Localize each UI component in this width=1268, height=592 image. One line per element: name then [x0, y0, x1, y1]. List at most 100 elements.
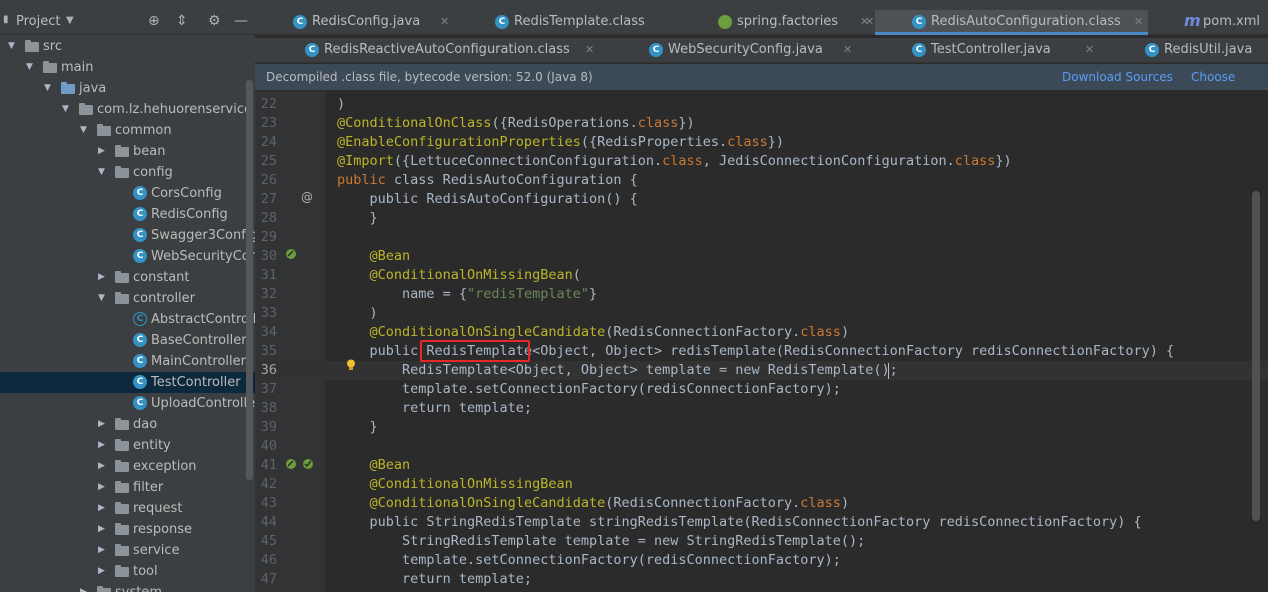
code-line[interactable]: 29	[255, 228, 1268, 247]
editor-tab[interactable]: C RedisUtil.java	[1100, 38, 1268, 62]
close-icon[interactable]: ✕	[860, 10, 869, 34]
lightbulb-icon[interactable]	[346, 359, 356, 371]
chevron-down-icon[interactable]: ▼	[26, 57, 33, 78]
code-editor[interactable]: 22) 23 @ConditionalOnClass({RedisOperation…	[255, 91, 1268, 592]
code-line[interactable]: 39 }	[255, 418, 1268, 437]
code-line[interactable]: 25 @Import({LettuceConnectionConfiguratio…	[255, 152, 1268, 171]
code-line[interactable]: 42 @ConditionalOnMissingBean	[255, 475, 1268, 494]
chevron-right-icon[interactable]: ▶	[98, 435, 105, 456]
tree-item[interactable]: ▼ controller	[0, 288, 255, 309]
tree-item[interactable]: ▶ service	[0, 540, 255, 561]
editor-tab[interactable]: spring.factories ✕	[680, 10, 875, 34]
close-icon[interactable]: ✕	[1134, 10, 1143, 34]
tree-item[interactable]: ▼ com.lz.hehuorenservice	[0, 99, 255, 120]
editor-tab[interactable]: C TestController.java ✕	[867, 38, 1100, 62]
chevron-right-icon[interactable]: ▶	[98, 498, 105, 519]
code-line[interactable]: 40	[255, 437, 1268, 456]
code-line[interactable]: 26 public class RedisAutoConfiguration {	[255, 171, 1268, 190]
spring-bean-icon[interactable]	[285, 458, 297, 470]
tree-item[interactable]: ▼ common	[0, 120, 255, 141]
locate-icon[interactable]: ⊕	[148, 13, 160, 29]
tree-item[interactable]: C CorsConfig	[0, 183, 255, 204]
chevron-down-icon[interactable]: ▼	[98, 288, 105, 309]
chevron-down-icon[interactable]: ▼	[62, 99, 69, 120]
editor-scrollbar[interactable]	[1252, 191, 1260, 521]
tree-item[interactable]: ▶ constant	[0, 267, 255, 288]
chevron-right-icon[interactable]: ▶	[98, 414, 105, 435]
editor-tab[interactable]: C RedisReactiveAutoConfiguration.class ✕	[265, 38, 605, 62]
code-line[interactable]: 30 @Bean	[255, 247, 1268, 266]
chevron-down-icon[interactable]: ▼	[44, 78, 51, 99]
code-line[interactable]: 43 @ConditionalOnSingleCandidate(RedisCo…	[255, 494, 1268, 513]
tree-item[interactable]: ▶ tool	[0, 561, 255, 582]
tree-item[interactable]: C Swagger3Config	[0, 225, 255, 246]
chevron-right-icon[interactable]: ▶	[98, 477, 105, 498]
code-line[interactable]: 28 }	[255, 209, 1268, 228]
code-line[interactable]: 44 public StringRedisTemplate stringRedi…	[255, 513, 1268, 532]
chevron-down-icon[interactable]: ▼	[80, 120, 87, 141]
editor-tab[interactable]: C RedisTemplate.class ✕	[455, 10, 874, 34]
tree-item[interactable]: ▶ filter	[0, 477, 255, 498]
tree-item[interactable]: C UploadController	[0, 393, 255, 414]
tree-item[interactable]: ▼ main	[0, 57, 255, 78]
chevron-right-icon[interactable]: ▶	[80, 582, 87, 592]
code-line[interactable]: 24 @EnableConfigurationProperties({RedisP…	[255, 133, 1268, 152]
editor-tab[interactable]: m pom.xml	[1148, 10, 1268, 34]
override-marker-icon[interactable]: @	[301, 190, 313, 204]
code-line[interactable]: 46 template.setConnectionFactory(redisCo…	[255, 551, 1268, 570]
code-line[interactable]: 33 )	[255, 304, 1268, 323]
tree-item[interactable]: ▼ src	[0, 36, 255, 57]
tree-item[interactable]: ▶ response	[0, 519, 255, 540]
code-line[interactable]: 34 @ConditionalOnSingleCandidate(RedisCo…	[255, 323, 1268, 342]
tree-item[interactable]: ▶ entity	[0, 435, 255, 456]
editor-tab[interactable]: C RedisAutoConfiguration.class ✕	[875, 10, 1148, 35]
chevron-right-icon[interactable]: ▶	[98, 456, 105, 477]
tree-item[interactable]: C BaseController	[0, 330, 255, 351]
chevron-right-icon[interactable]: ▶	[98, 519, 105, 540]
tree-item[interactable]: ▼ java	[0, 78, 255, 99]
close-icon[interactable]: ✕	[585, 38, 594, 62]
chevron-right-icon[interactable]: ▶	[98, 540, 105, 561]
tree-item[interactable]: C RedisConfig	[0, 204, 255, 225]
download-sources-link[interactable]: Download Sources	[1062, 64, 1173, 90]
chevron-down-icon[interactable]: ▼	[66, 15, 74, 26]
code-line[interactable]: 36 RedisTemplate<Object, Object> templat…	[255, 361, 1268, 380]
spring-bean-icon[interactable]	[285, 248, 297, 260]
close-icon[interactable]: ✕	[1085, 38, 1094, 62]
code-line[interactable]: 35 public RedisTemplate<Object, Object> …	[255, 342, 1268, 361]
spring-bean-check-icon[interactable]	[302, 458, 314, 470]
tree-item[interactable]: ▼ config	[0, 162, 255, 183]
chevron-down-icon[interactable]: ▼	[98, 162, 105, 183]
project-panel-title[interactable]: Project	[16, 14, 60, 29]
chevron-right-icon[interactable]: ▶	[98, 141, 105, 162]
tree-item[interactable]: C MainController	[0, 351, 255, 372]
hide-icon[interactable]: —	[234, 13, 248, 29]
collapse-all-icon[interactable]: ⇕	[176, 13, 188, 29]
gear-icon[interactable]: ⚙	[208, 13, 221, 29]
tree-item[interactable]: ▶ dao	[0, 414, 255, 435]
code-line[interactable]: 38 return template;	[255, 399, 1268, 418]
close-icon[interactable]: ✕	[843, 38, 852, 62]
chevron-right-icon[interactable]: ▶	[98, 267, 105, 288]
tree-item[interactable]: C AbstractControlle	[0, 309, 255, 330]
tree-item[interactable]: ▶ exception	[0, 456, 255, 477]
code-line[interactable]: 31 @ConditionalOnMissingBean(	[255, 266, 1268, 285]
editor-tab[interactable]: C RedisConfig.java ✕	[255, 10, 455, 34]
editor-tab[interactable]: C WebSecurityConfig.java ✕	[605, 38, 867, 62]
code-line[interactable]: 37 template.setConnectionFactory(redisCo…	[255, 380, 1268, 399]
tree-item[interactable]: C TestController	[0, 372, 255, 393]
project-scrollbar[interactable]	[246, 80, 253, 480]
tree-item[interactable]: ▶ request	[0, 498, 255, 519]
code-line[interactable]: 27 public RedisAutoConfiguration() {	[255, 190, 1268, 209]
code-line[interactable]: 23 @ConditionalOnClass({RedisOperations.c…	[255, 114, 1268, 133]
chevron-right-icon[interactable]: ▶	[98, 561, 105, 582]
tree-item[interactable]: C WebSecurityConfi	[0, 246, 255, 267]
code-line[interactable]: 22)	[255, 95, 1268, 114]
tree-item[interactable]: ▶ system	[0, 582, 255, 592]
close-icon[interactable]: ✕	[440, 10, 449, 34]
code-line[interactable]: 47 return template;	[255, 570, 1268, 589]
code-line[interactable]: 41 @Bean	[255, 456, 1268, 475]
tree-item[interactable]: ▶ bean	[0, 141, 255, 162]
code-line[interactable]: 45 StringRedisTemplate template = new St…	[255, 532, 1268, 551]
chevron-down-icon[interactable]: ▼	[8, 36, 15, 57]
